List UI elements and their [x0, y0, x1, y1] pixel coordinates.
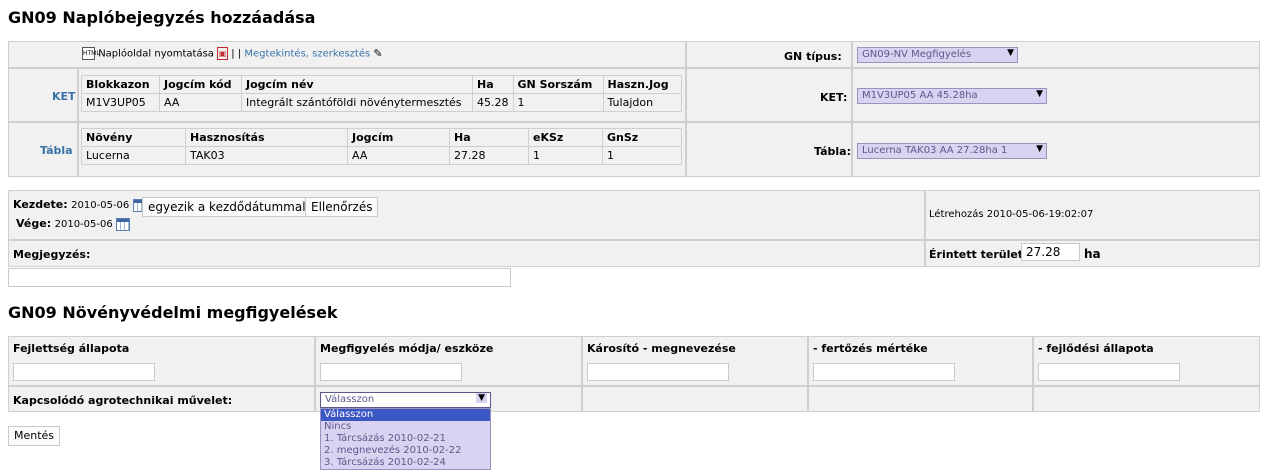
dropdown-option[interactable]: 2. megnevezés 2010-02-22 — [321, 445, 490, 457]
agro-dropdown-list: Válasszon Nincs 1. Tárcsázás 2010-02-21 … — [320, 408, 491, 470]
chevron-down-icon: ▼ — [476, 393, 487, 403]
agro-empty-cell — [582, 386, 808, 412]
obs-header: - fertőzés mértéke — [813, 342, 928, 355]
chevron-down-icon: ▼ — [1007, 48, 1014, 58]
note-label-cell — [8, 240, 925, 267]
tabla-header: Növény — [81, 128, 186, 147]
area-input[interactable]: 27.28 — [1021, 243, 1080, 261]
ket-cell: 45.28 — [472, 93, 514, 112]
ket-header: GN Sorszám — [512, 75, 604, 94]
gn-tipus-label: GN típus: — [784, 50, 842, 63]
agro-select[interactable]: Válasszon ▼ — [320, 392, 491, 408]
tabla-select[interactable]: Lucerna TAK03 AA 27.28ha 1 ▼ — [857, 143, 1047, 159]
end-date-row: Vége: 2010-05-06 — [16, 217, 131, 231]
agro-empty-cell — [808, 386, 1033, 412]
start-label: Kezdete: — [13, 198, 68, 211]
tabla-header: GnSz — [602, 128, 682, 147]
observation-method-input[interactable] — [320, 363, 462, 381]
obs-header: - fejlődési állapota — [1038, 342, 1154, 355]
separator: | | — [231, 48, 242, 60]
dropdown-option[interactable]: 1. Tárcsázás 2010-02-21 — [321, 433, 490, 445]
section-title: GN09 Növényvédelmi megfigyelések — [8, 303, 338, 322]
check-button[interactable]: Ellenőrzés — [305, 197, 379, 217]
tabla-header: Hasznosítás — [185, 128, 348, 147]
save-button[interactable]: Mentés — [8, 426, 61, 446]
agro-label: Kapcsolódó agrotechnikai művelet: — [13, 394, 233, 407]
infection-level-input[interactable] — [813, 363, 955, 381]
page-title: GN09 Naplóbejegyzés hozzáadása — [8, 8, 316, 27]
tabla-cell: 1 — [602, 146, 682, 165]
agro-empty-cell — [1033, 386, 1260, 412]
view-edit-link[interactable]: Megtekintés, szerkesztés — [244, 49, 370, 60]
area-label: Érintett terület: — [929, 248, 1028, 261]
tabla-header: Jogcím — [347, 128, 450, 147]
tabla-label: Tábla: — [814, 145, 851, 158]
chevron-down-icon: ▼ — [1036, 144, 1043, 154]
tabla-cell: Lucerna — [81, 146, 186, 165]
tabla-header: eKSz — [528, 128, 603, 147]
ket-header: Haszn.Jog — [602, 75, 682, 94]
note-label: Megjegyzés: — [13, 248, 91, 261]
ket-table: Blokkazon Jogcím kód Jogcím név Ha GN So… — [81, 75, 682, 112]
ket-header: Blokkazon — [81, 75, 160, 94]
obs-header: Fejlettség állapota — [13, 342, 130, 355]
end-label: Vége: — [16, 217, 52, 230]
pdf-icon[interactable]: ▣ — [217, 47, 229, 60]
ket-header: Jogcím kód — [159, 75, 242, 94]
obs-header: Megfigyelés módja/ eszköze — [320, 342, 494, 355]
gn-tipus-select[interactable]: GN09-NV Megfigyelés ▼ — [857, 47, 1018, 63]
ket-cell: AA — [159, 93, 242, 112]
pest-name-input[interactable] — [587, 363, 729, 381]
ket-cell: Tulajdon — [602, 93, 682, 112]
ket-cell: 1 — [512, 93, 604, 112]
ket-select[interactable]: M1V3UP05 AA 45.28ha ▼ — [857, 88, 1047, 104]
ket-cell: M1V3UP05 — [81, 93, 160, 112]
edit-icon[interactable]: ✎ — [373, 47, 386, 60]
tabla-side-label[interactable]: Tábla — [40, 144, 73, 157]
print-icon[interactable]: HTML — [82, 47, 100, 60]
ket-label: KET: — [820, 91, 848, 104]
obs-header: Károsító - megnevezése — [587, 342, 736, 355]
note-input[interactable] — [8, 268, 511, 287]
calendar-icon[interactable] — [116, 217, 131, 231]
area-unit: ha — [1084, 247, 1101, 261]
dropdown-option[interactable]: Nincs — [321, 421, 490, 433]
ket-cell: Integrált szántóföldi növénytermesztés — [241, 93, 473, 112]
tabla-table: Növény Hasznosítás Jogcím Ha eKSz GnSz L… — [81, 128, 682, 165]
dropdown-option[interactable]: Válasszon — [321, 409, 490, 421]
chevron-down-icon: ▼ — [1036, 89, 1043, 99]
print-link[interactable]: Naplóoldal nyomtatása — [98, 49, 214, 60]
tabla-cell: 27.28 — [449, 146, 529, 165]
start-date-row: Kezdete: 2010-05-06 — [13, 198, 147, 212]
start-date-value[interactable]: 2010-05-06 — [71, 200, 129, 211]
dropdown-option[interactable]: 3. Tárcsázás 2010-02-24 — [321, 457, 490, 469]
tabla-cell: AA — [347, 146, 450, 165]
development-state-input[interactable] — [13, 363, 155, 381]
pest-development-input[interactable] — [1038, 363, 1180, 381]
same-as-start-button[interactable]: egyezik a kezdődátummal — [142, 197, 312, 217]
tabla-cell: TAK03 — [185, 146, 348, 165]
ket-header: Ha — [472, 75, 514, 94]
created-text: Létrehozás 2010-05-06-19:02:07 — [929, 209, 1094, 220]
toolbar: HTML Naplóoldal nyomtatása ▣ | | Megteki… — [82, 47, 386, 60]
ket-header: Jogcím név — [241, 75, 473, 94]
tabla-header: Ha — [449, 128, 529, 147]
end-date-value[interactable]: 2010-05-06 — [55, 219, 113, 230]
ket-side-label[interactable]: KET — [52, 90, 76, 103]
tabla-cell: 1 — [528, 146, 603, 165]
